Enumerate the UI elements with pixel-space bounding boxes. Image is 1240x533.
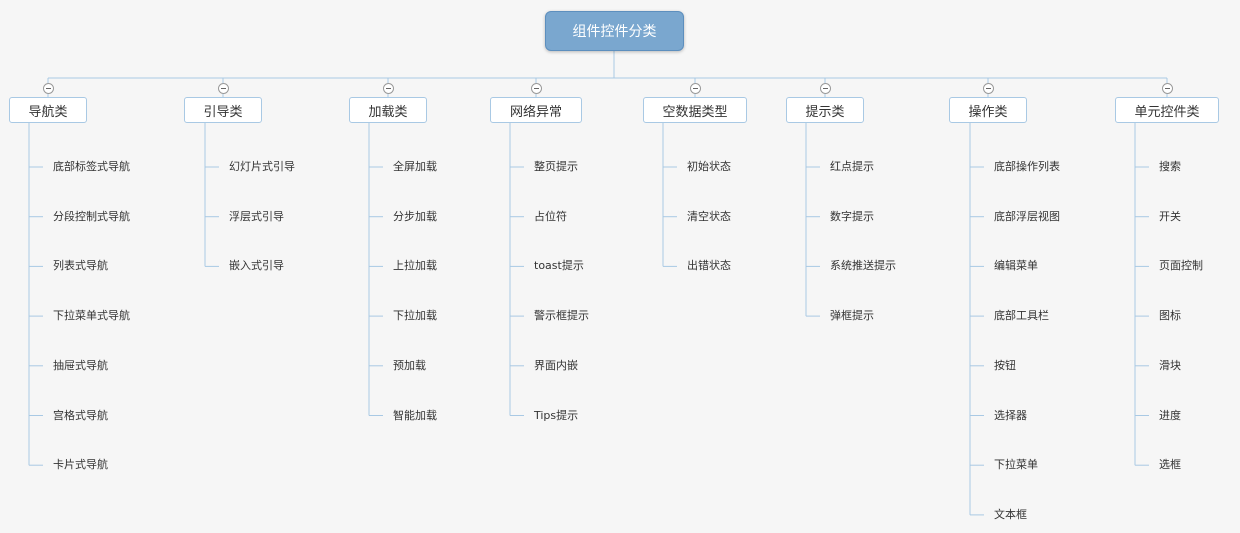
category-node[interactable]: 导航类 — [9, 97, 87, 123]
category-node[interactable]: 网络异常 — [490, 97, 582, 123]
root-node[interactable]: 组件控件分类 — [545, 11, 684, 51]
leaf-node[interactable]: 警示框提示 — [534, 309, 589, 323]
leaf-node[interactable]: 搜索 — [1159, 160, 1181, 174]
leaf-node[interactable]: 界面内嵌 — [534, 359, 578, 373]
leaf-node[interactable]: 底部操作列表 — [994, 160, 1060, 174]
leaf-node[interactable]: 编辑菜单 — [994, 259, 1038, 273]
leaf-node[interactable]: 底部工具栏 — [994, 309, 1049, 323]
leaf-node[interactable]: 宫格式导航 — [53, 409, 108, 423]
leaf-node[interactable]: toast提示 — [534, 259, 584, 273]
leaf-node[interactable]: 出错状态 — [687, 259, 731, 273]
leaf-node[interactable]: 滑块 — [1159, 359, 1181, 373]
leaf-node[interactable]: 占位符 — [534, 210, 567, 224]
leaf-node[interactable]: 预加载 — [393, 359, 426, 373]
leaf-node[interactable]: 底部标签式导航 — [53, 160, 130, 174]
leaf-node[interactable]: 清空状态 — [687, 210, 731, 224]
leaf-node[interactable]: 幻灯片式引导 — [229, 160, 295, 174]
leaf-node[interactable]: 智能加载 — [393, 409, 437, 423]
category-node[interactable]: 加载类 — [349, 97, 427, 123]
leaf-node[interactable]: 下拉菜单式导航 — [53, 309, 130, 323]
category-node[interactable]: 引导类 — [184, 97, 262, 123]
category-node[interactable]: 提示类 — [786, 97, 864, 123]
leaf-node[interactable]: 卡片式导航 — [53, 458, 108, 472]
leaf-node[interactable]: 嵌入式引导 — [229, 259, 284, 273]
leaf-node[interactable]: 选择器 — [994, 409, 1027, 423]
leaf-node[interactable]: 页面控制 — [1159, 259, 1203, 273]
connector-lines — [28, 51, 1168, 516]
leaf-node[interactable]: 红点提示 — [830, 160, 874, 174]
minus-circle-icon[interactable] — [42, 83, 54, 94]
leaf-node[interactable]: Tips提示 — [534, 409, 578, 423]
leaf-node[interactable]: 选框 — [1159, 458, 1181, 472]
category-node[interactable]: 单元控件类 — [1115, 97, 1219, 123]
category-node[interactable]: 操作类 — [949, 97, 1027, 123]
leaf-node[interactable]: 分步加载 — [393, 210, 437, 224]
leaf-node[interactable]: 开关 — [1159, 210, 1181, 224]
minus-circle-icon[interactable] — [819, 83, 831, 94]
leaf-node[interactable]: 弹框提示 — [830, 309, 874, 323]
minus-circle-icon[interactable] — [530, 83, 542, 94]
leaf-node[interactable]: 整页提示 — [534, 160, 578, 174]
leaf-node[interactable]: 数字提示 — [830, 210, 874, 224]
minus-circle-icon[interactable] — [382, 83, 394, 94]
leaf-node[interactable]: 全屏加载 — [393, 160, 437, 174]
leaf-node[interactable]: 下拉菜单 — [994, 458, 1038, 472]
leaf-node[interactable]: 进度 — [1159, 409, 1181, 423]
minus-circle-icon[interactable] — [1161, 83, 1173, 94]
minus-circle-icon[interactable] — [217, 83, 229, 94]
leaf-node[interactable]: 下拉加载 — [393, 309, 437, 323]
leaf-node[interactable]: 系统推送提示 — [830, 259, 896, 273]
minus-circle-icon[interactable] — [982, 83, 994, 94]
leaf-node[interactable]: 初始状态 — [687, 160, 731, 174]
leaf-node[interactable]: 文本框 — [994, 508, 1027, 522]
minus-circle-icon[interactable] — [689, 83, 701, 94]
leaf-node[interactable]: 图标 — [1159, 309, 1181, 323]
leaf-node[interactable]: 分段控制式导航 — [53, 210, 130, 224]
leaf-node[interactable]: 上拉加载 — [393, 259, 437, 273]
category-node[interactable]: 空数据类型 — [643, 97, 747, 123]
leaf-node[interactable]: 列表式导航 — [53, 259, 108, 273]
leaf-node[interactable]: 按钮 — [994, 359, 1016, 373]
leaf-node[interactable]: 抽屉式导航 — [53, 359, 108, 373]
leaf-node[interactable]: 底部浮层视图 — [994, 210, 1060, 224]
leaf-node[interactable]: 浮层式引导 — [229, 210, 284, 224]
mind-map: 组件控件分类 导航类底部标签式导航 分段控制式导航 列表式导航下拉菜单式导航 抽屉式导… — [0, 0, 1240, 533]
